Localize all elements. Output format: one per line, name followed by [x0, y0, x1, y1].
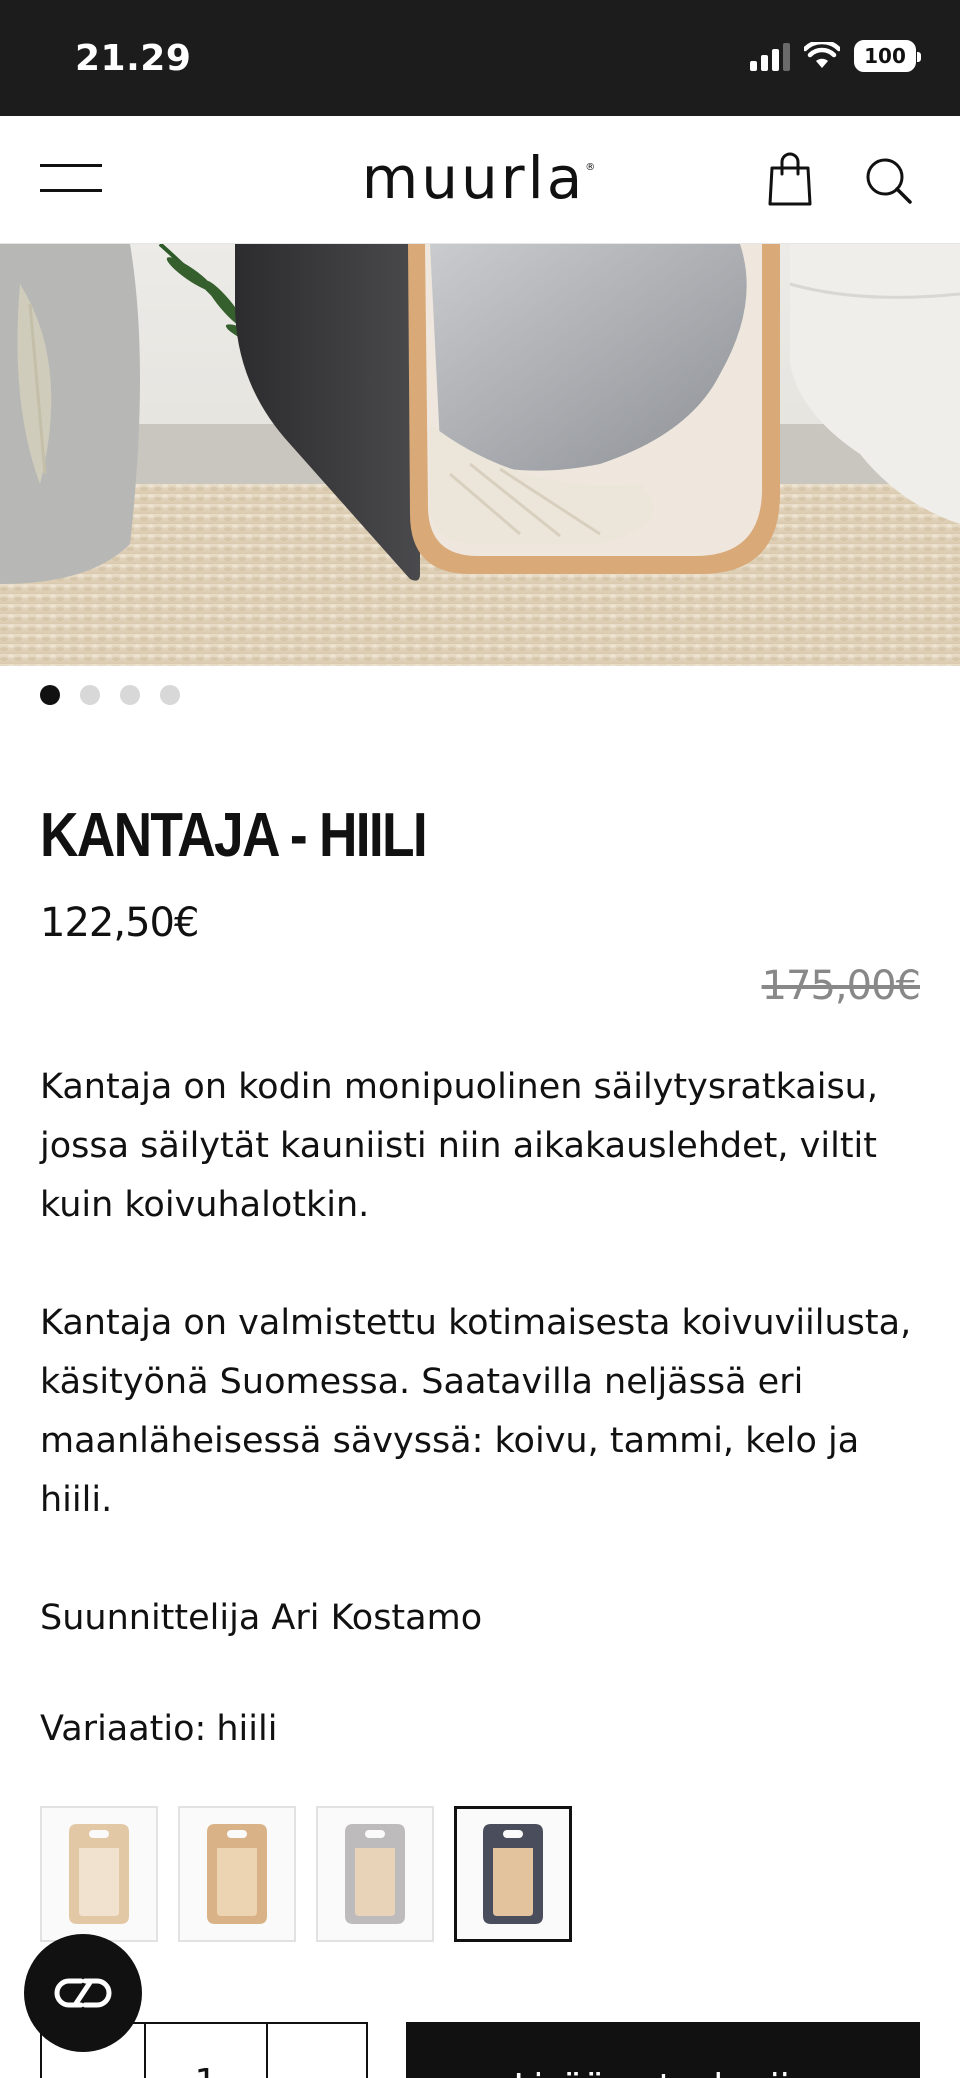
status-icons: 100: [750, 40, 921, 72]
quantity-value[interactable]: 1: [146, 2024, 268, 2078]
variation-label: Variaatio: hiili: [40, 1709, 277, 1749]
logo-text: muurla: [361, 144, 586, 212]
battery-indicator: 100: [854, 40, 921, 72]
chat-icon: [54, 1978, 112, 2008]
product-description: Kantaja on kodin monipuolinen säilytysra…: [40, 1058, 930, 1648]
carousel-dots: [40, 685, 180, 705]
product-image[interactable]: [0, 244, 960, 666]
variation-swatches: [40, 1806, 572, 1942]
variation-value: hiili: [216, 1709, 278, 1749]
description-paragraph: Kantaja on kodin monipuolinen säilytysra…: [40, 1067, 878, 1225]
swatch-image: [69, 1824, 129, 1924]
description-paragraph: Kantaja on valmistettu kotimaisesta koiv…: [40, 1303, 912, 1520]
swatch-hiili[interactable]: [454, 1806, 572, 1942]
product-title: KANTAJA - HIILI: [40, 801, 428, 870]
chat-button[interactable]: [24, 1934, 142, 2052]
sale-price: 122,50€: [40, 900, 199, 946]
swatch-image: [345, 1824, 405, 1924]
product-photo: [0, 244, 960, 666]
swatch-kelo[interactable]: [316, 1806, 434, 1942]
wifi-icon: [804, 42, 840, 68]
carousel-dot-3[interactable]: [120, 685, 140, 705]
quantity-increase-button[interactable]: [268, 2024, 366, 2078]
carousel-dot-1[interactable]: [40, 685, 60, 705]
designer-credit: Suunnittelija Ari Kostamo: [40, 1598, 483, 1638]
shopping-bag-icon: [768, 152, 812, 206]
carousel-dot-2[interactable]: [80, 685, 100, 705]
swatch-image: [207, 1824, 267, 1924]
swatch-image: [483, 1824, 543, 1924]
carousel-dot-4[interactable]: [160, 685, 180, 705]
variation-label-text: Variaatio:: [40, 1709, 207, 1749]
signal-icon: [750, 41, 790, 71]
status-bar: 21.29 100: [0, 0, 960, 116]
logo-mark: ®: [585, 162, 599, 173]
swatch-koivu[interactable]: [40, 1806, 158, 1942]
search-icon: [866, 158, 912, 204]
original-price: 175,00€: [761, 963, 921, 1009]
swatch-tammi[interactable]: [178, 1806, 296, 1942]
site-header: muurla®: [0, 116, 960, 244]
status-time: 21.29: [75, 38, 192, 79]
cart-button[interactable]: [768, 152, 812, 208]
brand-logo[interactable]: muurla®: [0, 144, 960, 212]
search-button[interactable]: [864, 156, 914, 206]
add-to-cart-button[interactable]: Lisää ostoskoriin: [406, 2022, 920, 2078]
